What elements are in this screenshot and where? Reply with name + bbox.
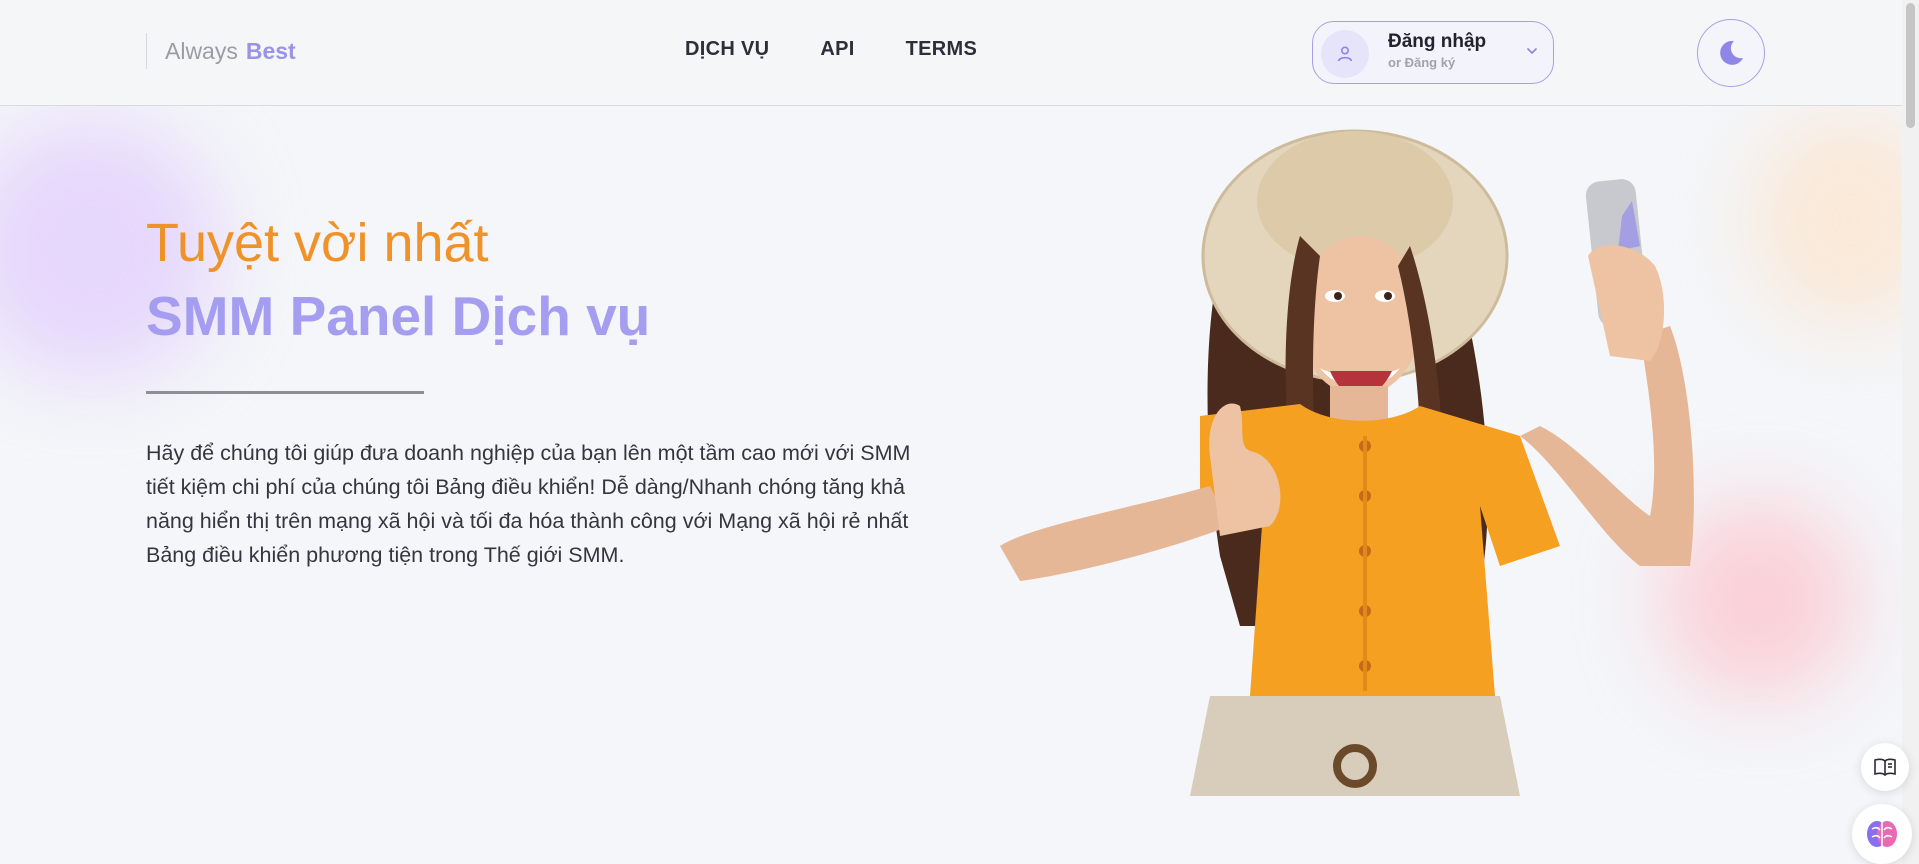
scrollbar-thumb[interactable] [1906, 3, 1915, 128]
chevron-down-icon [1526, 47, 1538, 55]
moon-icon [1720, 40, 1743, 65]
nav-link-terms[interactable]: TERMS [906, 38, 978, 61]
login-label: Đăng nhập [1388, 31, 1487, 52]
page-scrollbar[interactable] [1902, 0, 1919, 864]
decor-blob-peach [1749, 110, 1919, 330]
brain-icon [1867, 821, 1897, 847]
brand-logo[interactable]: Always Best [146, 33, 296, 69]
hero-title-line1: Tuyệt vời nhất [146, 213, 489, 273]
hero-title-line2: SMM Panel Dịch vụ [146, 285, 651, 347]
register-label: or Đăng ký [1388, 55, 1456, 70]
assistant-button[interactable] [1852, 804, 1912, 864]
book-icon [1874, 758, 1896, 776]
docs-button[interactable] [1861, 743, 1909, 791]
nav-link-api[interactable]: API [820, 38, 854, 61]
brand-prefix: Always [165, 37, 238, 64]
main-nav: DỊCH VỤ API TERMS [685, 38, 977, 61]
hero-description: Hãy để chúng tôi giúp đưa doanh nghiệp c… [146, 441, 911, 567]
hero-illustration [1000, 129, 1694, 796]
theme-toggle-button[interactable] [1697, 19, 1765, 87]
brand-highlight: Best [245, 37, 296, 64]
hero-divider [146, 391, 424, 394]
login-dropdown[interactable]: Đăng nhập or Đăng ký [1312, 21, 1554, 84]
user-icon [1321, 30, 1369, 78]
nav-link-services[interactable]: DỊCH VỤ [685, 38, 769, 61]
site-header: Always Best DỊCH VỤ API TERMS Đăng nhập … [0, 0, 1919, 106]
